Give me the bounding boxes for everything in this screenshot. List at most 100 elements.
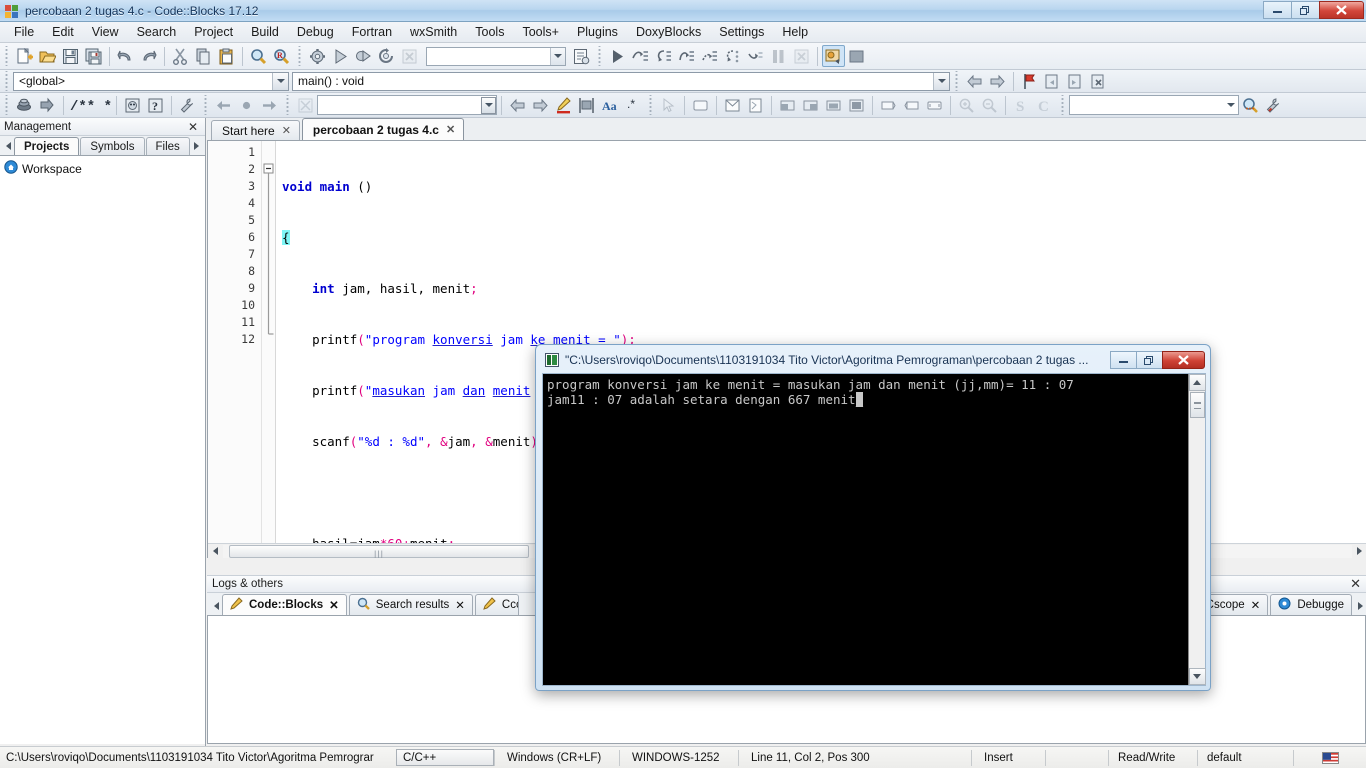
scope-combo[interactable]: <global> [13,71,289,91]
console-window[interactable]: "C:\Users\roviqo\Documents\1103191034 Ti… [535,344,1211,691]
browse-forward-icon[interactable] [986,70,1009,92]
minimize-button[interactable] [1263,1,1292,19]
menu-doxyblocks[interactable]: DoxyBlocks [627,23,710,41]
find-icon[interactable] [247,45,270,67]
wxsmith-align-left-icon[interactable] [776,94,799,116]
console-maximize-button[interactable] [1136,351,1163,369]
abort-build-icon[interactable] [398,45,421,67]
wxsmith-envelope-icon[interactable] [721,94,744,116]
menu-tools[interactable]: Tools [466,23,513,41]
smith-s-icon[interactable]: S [1010,94,1033,116]
status-language[interactable]: C/C++ [396,749,494,766]
build-options-icon[interactable] [570,45,593,67]
match-case-icon[interactable]: Aa [598,94,621,116]
select-all-occurrences-icon[interactable] [575,94,598,116]
search-files-icon[interactable] [1239,94,1262,116]
console-scroll-up-icon[interactable] [1188,374,1206,391]
replace-icon[interactable]: R [270,45,293,67]
console-minimize-button[interactable] [1110,351,1137,369]
maximize-restore-button[interactable] [1291,1,1320,19]
goto-next-changed-line-icon[interactable] [258,94,281,116]
debug-step-into-icon[interactable] [652,45,675,67]
wxsmith-expand-left-icon[interactable] [900,94,923,116]
search-previous-icon[interactable] [506,94,529,116]
debug-run-to-cursor-icon[interactable] [744,45,767,67]
close-icon[interactable]: ✕ [446,123,455,136]
chevron-down-icon[interactable] [933,72,949,90]
menu-plugins[interactable]: Plugins [568,23,627,41]
incremental-search-input[interactable] [317,95,497,115]
scroll-thumb[interactable]: ||| [229,544,529,558]
rebuild-icon[interactable] [375,45,398,67]
search-settings-icon[interactable] [1262,94,1285,116]
scroll-left-icon[interactable] [208,543,223,558]
save-all-icon[interactable] [82,45,105,67]
various-info-icon[interactable] [845,45,868,67]
keyboard-layout-flag-icon[interactable] [1294,747,1366,768]
tab-percobaan-2-tugas-4-c[interactable]: percobaan 2 tugas 4.c ✕ [301,118,465,140]
toolbar-grip[interactable] [953,71,960,91]
build-target-combo[interactable] [426,46,566,66]
incremental-search-clear-icon[interactable] [294,94,317,116]
wxsmith-align-right-icon[interactable] [799,94,822,116]
debug-step-out-icon[interactable] [675,45,698,67]
function-combo[interactable]: main() : void [292,71,950,91]
toolbar-grip[interactable] [596,46,603,66]
console-close-button[interactable] [1162,351,1205,369]
run-icon[interactable] [329,45,352,67]
console-vertical-scrollbar[interactable] [1188,374,1206,685]
stop-debugger-icon[interactable] [790,45,813,67]
search-next-icon[interactable] [529,94,552,116]
changed-line-marker-icon[interactable] [235,94,258,116]
toolbar-grip[interactable] [3,71,10,91]
code-folding-margin[interactable] [262,141,276,558]
debug-step-into-instruction-icon[interactable] [721,45,744,67]
debugging-windows-icon[interactable] [822,45,845,67]
chevron-down-icon[interactable] [550,47,565,65]
tab-projects[interactable]: Projects [14,137,80,155]
debug-next-instruction-icon[interactable] [698,45,721,67]
menu-build[interactable]: Build [242,23,288,41]
toolbar-grip[interactable] [3,46,10,66]
menu-debug[interactable]: Debug [288,23,343,41]
goto-previous-changed-line-icon[interactable] [212,94,235,116]
clear-bookmarks-icon[interactable] [1087,70,1110,92]
menu-edit[interactable]: Edit [43,23,83,41]
menu-help[interactable]: Help [773,23,817,41]
close-icon[interactable]: ✕ [329,598,339,612]
wxsmith-panel-icon[interactable] [689,94,712,116]
toolbar-grip[interactable] [3,95,10,115]
log-tab-codeblocks[interactable]: Code::Blocks ✕ [222,594,347,615]
build-icon[interactable] [306,45,329,67]
highlight-pencil-icon[interactable] [552,94,575,116]
close-icon[interactable]: ✕ [185,120,201,134]
console-screen[interactable]: program konversi jam ke menit = masukan … [542,373,1206,686]
tabs-scroll-right-icon[interactable] [191,137,203,155]
toolbar-grip[interactable] [647,95,654,115]
chevron-down-icon[interactable] [272,72,288,90]
redo-icon[interactable] [137,45,160,67]
open-file-icon[interactable] [36,45,59,67]
new-file-icon[interactable] [13,45,36,67]
wxsmith-pointer-icon[interactable] [657,94,680,116]
tab-start-here[interactable]: Start here ✕ [211,120,300,140]
wxsmith-fill-icon[interactable] [845,94,868,116]
tabs-scroll-left-icon[interactable] [2,137,14,155]
close-button[interactable] [1319,1,1364,19]
search-combo[interactable] [1069,95,1239,115]
scroll-right-icon[interactable] [1352,543,1366,558]
tab-symbols[interactable]: Symbols [80,137,145,155]
cut-icon[interactable] [169,45,192,67]
menu-file[interactable]: File [5,23,43,41]
previous-bookmark-icon[interactable] [1041,70,1064,92]
menu-project[interactable]: Project [185,23,242,41]
build-and-run-icon[interactable] [352,45,375,67]
toolbar-grip[interactable] [296,46,303,66]
console-scroll-thumb[interactable] [1189,392,1205,418]
wxsmith-expand-right-icon[interactable] [877,94,900,116]
doxyblocks-extract-icon[interactable] [36,94,59,116]
wxsmith-document-icon[interactable] [744,94,767,116]
close-icon[interactable]: ✕ [1251,598,1261,612]
console-scroll-down-icon[interactable] [1188,668,1206,685]
menu-wxsmith[interactable]: wxSmith [401,23,466,41]
